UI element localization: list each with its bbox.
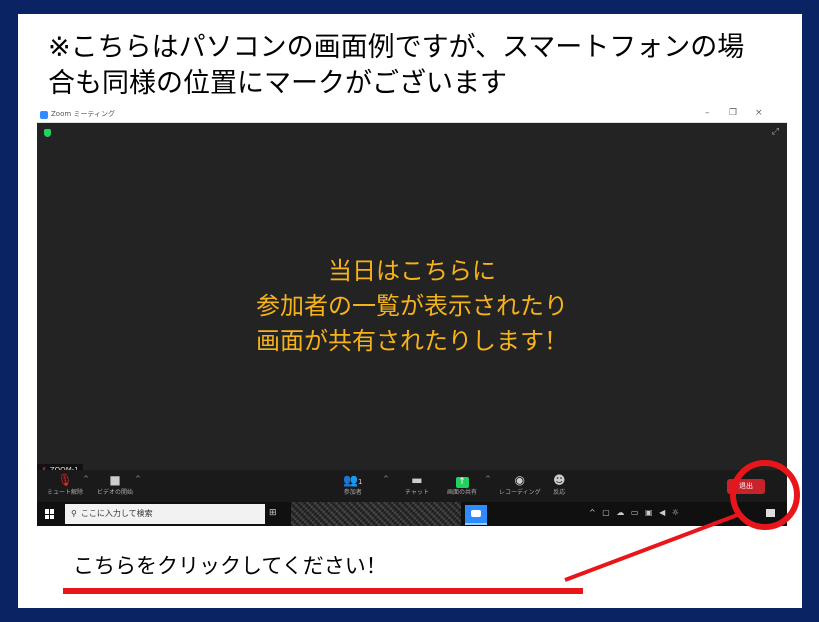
zoom-window: Zoom ミーティング – ❐ × ⤢ 当日はこちらに 参加者の一覧が表示された… (37, 108, 787, 526)
stage-message-line3: 画面が共有されたりします！ (256, 327, 568, 355)
meeting-stage: ⤢ 当日はこちらに 参加者の一覧が表示されたり 画面が共有されたりします！ ✗Z… (37, 123, 787, 476)
start-video-button[interactable]: ■ ビデオの開始 (97, 472, 133, 497)
security-shield-icon[interactable] (44, 129, 51, 137)
notice-heading: ※こちらはパソコンの画面例ですが、スマートフォンの場 合も同様の位置にマークがご… (48, 30, 768, 102)
stage-message-line2: 参加者の一覧が表示されたり (256, 292, 568, 320)
slide: ※こちらはパソコンの画面例ですが、スマートフォンの場 合も同様の位置にマークがご… (18, 14, 802, 608)
zoom-logo-icon (40, 111, 48, 119)
window-title: Zoom ミーティング (51, 110, 115, 118)
chevron-up-icon[interactable]: ^ (135, 475, 141, 483)
unmute-button[interactable]: 🎙 ミュート解除 (47, 472, 83, 497)
zoom-app-taskbar-icon[interactable] (465, 505, 487, 525)
stage-message-line1: 当日はこちらに (328, 257, 496, 285)
system-tray-icons[interactable]: ^ ▢ ☁ ▭ ▣ ◀ ☼ (589, 508, 681, 517)
chevron-up-icon[interactable]: ^ (383, 475, 389, 483)
callout-underline (63, 588, 583, 594)
restore-button[interactable]: ❐ (729, 108, 737, 118)
share-screen-icon: ↑ (447, 472, 477, 488)
window-titlebar: Zoom ミーティング – ❐ × (37, 108, 787, 123)
chevron-up-icon[interactable]: ^ (83, 475, 89, 483)
meeting-controls: 🎙 ミュート解除 ^ ■ ビデオの開始 ^ 👥1 参加者 ^ ▬ チャット ↑ … (37, 470, 787, 502)
mic-off-icon: 🎙 (57, 473, 73, 487)
stage-message: 当日はこちらに 参加者の一覧が表示されたり 画面が共有されたりします！ (37, 254, 787, 359)
chat-icon: ▬ (411, 473, 423, 487)
close-button[interactable]: × (755, 108, 763, 118)
windows-start-icon[interactable] (45, 509, 55, 519)
reaction-smiley-icon: ☻ (553, 473, 566, 487)
chevron-up-icon[interactable]: ^ (485, 475, 491, 483)
reactions-button[interactable]: ☻ 反応 (553, 472, 566, 497)
record-icon: ◉ (514, 473, 526, 487)
participants-icon: 👥1 (343, 473, 363, 487)
share-screen-button[interactable]: ↑ 画面の共有 (447, 472, 477, 497)
participants-button[interactable]: 👥1 参加者 (343, 472, 362, 497)
minimize-button[interactable]: – (705, 108, 710, 118)
notice-heading-line2: 合も同様の位置にマークがございます (48, 68, 507, 99)
fullscreen-icon[interactable]: ⤢ (772, 127, 779, 137)
chat-button[interactable]: ▬ チャット (405, 472, 429, 497)
task-view-icon[interactable]: ⊞ (269, 508, 277, 518)
record-button[interactable]: ◉ レコーディング (499, 472, 541, 497)
search-icon: ⚲ (71, 509, 77, 518)
callout-text: こちらをクリックしてください！ (73, 554, 387, 578)
blurred-taskbar-area (291, 502, 461, 526)
video-off-icon: ■ (109, 473, 121, 487)
leave-button-highlight (730, 460, 800, 530)
notice-heading-line1: ※こちらはパソコンの画面例ですが、スマートフォンの場 (48, 32, 745, 63)
taskbar-search-box[interactable]: ⚲ ここに入力して検索 (65, 504, 265, 524)
windows-taskbar: ⚲ ここに入力して検索 ⊞ ^ ▢ ☁ ▭ ▣ ◀ ☼ (37, 502, 787, 526)
